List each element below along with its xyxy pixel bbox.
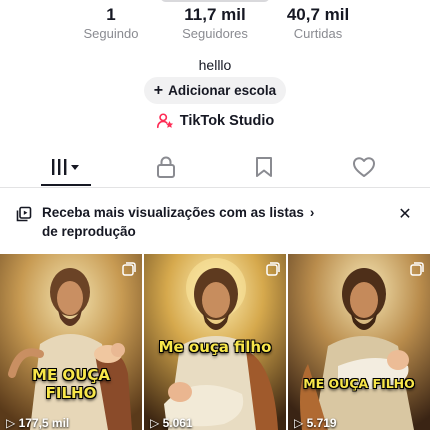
stat-followers[interactable]: 11,7 mil Seguidores (160, 4, 270, 42)
studio-person-icon (156, 113, 173, 129)
tiktok-studio-link[interactable]: TikTok Studio (0, 112, 430, 130)
playlist-banner-line2: de reprodução (42, 224, 136, 239)
stat-following[interactable]: 1 Seguindo (56, 4, 166, 42)
playlist-icon (16, 206, 32, 222)
playlist-banner[interactable]: Receba mais visualizações com as listas ›… (0, 203, 430, 243)
profile-stats: 1 Seguindo 11,7 mil Seguidores 40,7 mil … (0, 4, 430, 44)
add-school-label: Adicionar escola (168, 83, 277, 98)
tab-videos[interactable] (31, 146, 101, 187)
tab-liked[interactable] (329, 146, 399, 187)
video-thumbnail[interactable]: ME OUÇA FILHO ▷ 177,5 mil (0, 254, 142, 430)
chevron-down-icon (71, 164, 79, 170)
profile-avatar-edge (160, 0, 270, 2)
video-views: ▷ 177,5 mil (6, 416, 70, 430)
video-overlay-line1: ME OUÇA FILHO (303, 376, 415, 391)
grid-bars-icon (52, 158, 79, 175)
plus-icon: + (153, 81, 164, 99)
video-overlay-text: ME OUÇA FILHO (288, 376, 430, 391)
video-grid: ME OUÇA FILHO ▷ 177,5 mil Me ouça filho … (0, 254, 430, 430)
multi-image-icon (410, 262, 424, 276)
video-thumbnail-image (288, 254, 430, 430)
video-overlay-text: ME OUÇA FILHO (0, 366, 142, 402)
video-views: ▷ 5.719 (294, 416, 337, 430)
stat-likes-value: 40,7 mil (286, 5, 350, 24)
video-overlay-text: Me ouça filho (144, 338, 286, 356)
video-views-count: 177,5 mil (18, 416, 70, 430)
multi-image-icon (122, 262, 136, 276)
stat-likes[interactable]: 40,7 mil Curtidas (263, 4, 373, 42)
studio-label: TikTok Studio (179, 113, 275, 129)
multi-image-icon (266, 262, 280, 276)
video-overlay-line1: Me ouça filho (158, 338, 272, 356)
video-thumbnail[interactable]: Me ouça filho ▷ 5.061 (144, 254, 286, 430)
profile-bio: helllo (198, 57, 232, 73)
stat-likes-label: Curtidas (293, 26, 343, 41)
close-icon[interactable]: ✕ (396, 205, 414, 223)
bookmark-icon (256, 156, 272, 177)
stat-followers-label: Seguidores (182, 26, 248, 41)
lock-icon (157, 156, 175, 178)
active-tab-indicator (41, 184, 91, 186)
video-overlay-line2: FILHO (45, 384, 97, 402)
video-views-count: 5.061 (162, 416, 193, 430)
playlist-banner-text: Receba mais visualizações com as listas ›… (42, 203, 342, 241)
stat-following-value: 1 (106, 5, 116, 24)
video-views: ▷ 5.061 (150, 416, 193, 430)
tab-favorites[interactable] (229, 146, 299, 187)
tab-private[interactable] (131, 146, 201, 187)
video-thumbnail-image (0, 254, 142, 430)
playlist-banner-line1: Receba mais visualizações com as listas (42, 205, 304, 220)
add-school-button[interactable]: + Adicionar escola (144, 77, 286, 104)
heart-icon (353, 156, 375, 177)
video-views-count: 5.719 (306, 416, 337, 430)
video-thumbnail[interactable]: ME OUÇA FILHO ▷ 5.719 (288, 254, 430, 430)
stat-following-label: Seguindo (83, 26, 139, 41)
stat-followers-value: 11,7 mil (184, 5, 246, 24)
video-overlay-line1: ME OUÇA (32, 366, 110, 384)
chevron-right-icon: › (309, 205, 315, 220)
profile-tabs (0, 146, 430, 188)
